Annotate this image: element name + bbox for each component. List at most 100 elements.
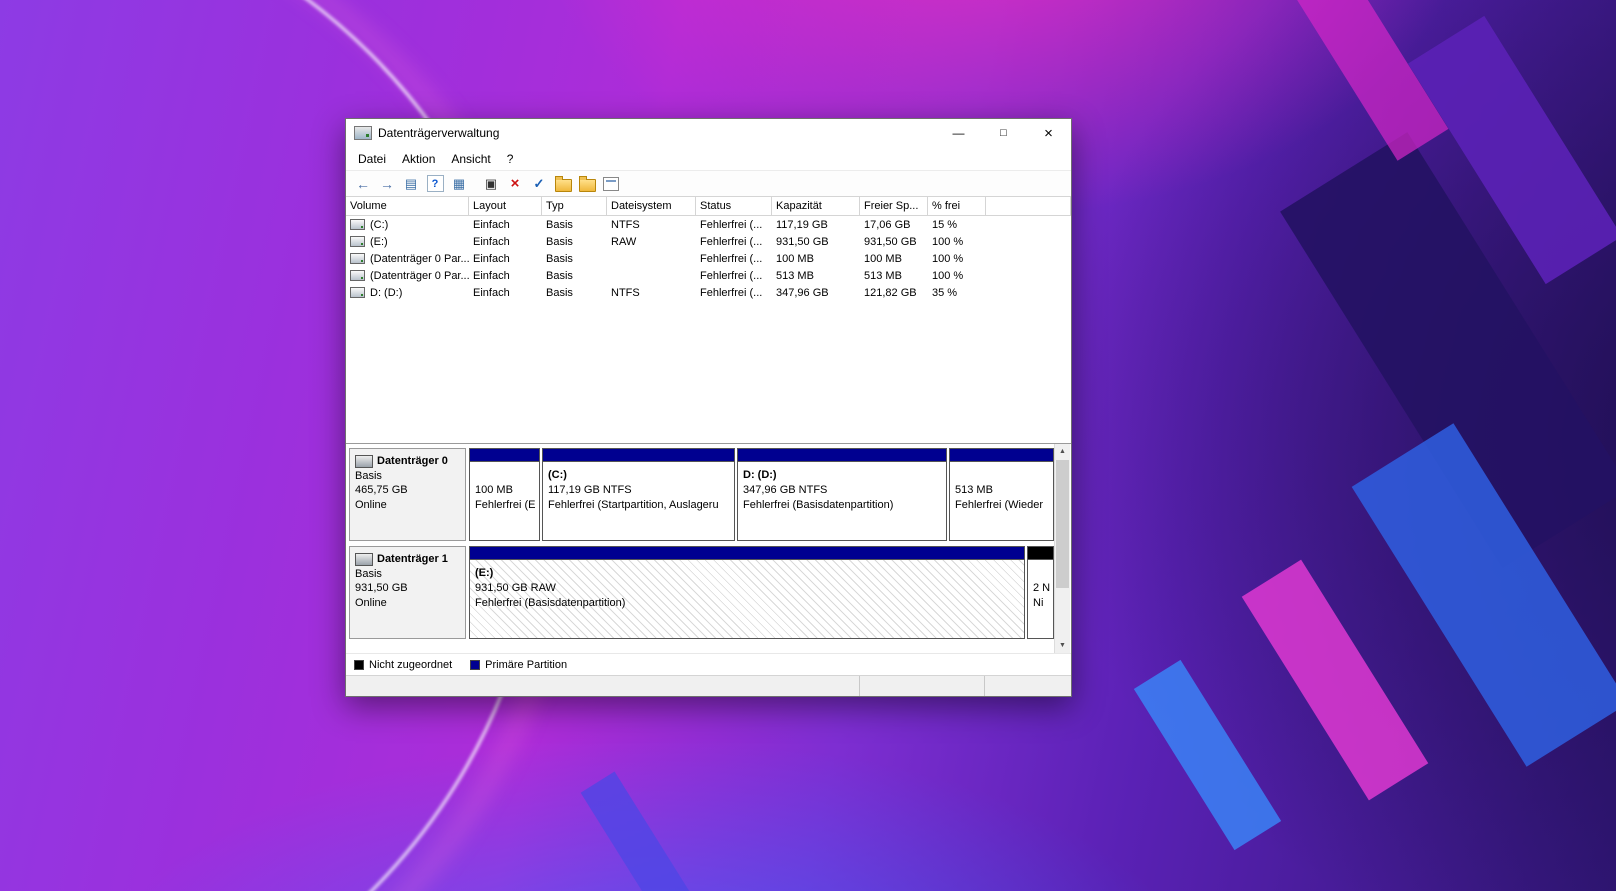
titlebar[interactable]: Datenträgerverwaltung — □ × xyxy=(346,119,1071,147)
partition-status: Fehlerfrei (E xyxy=(475,499,536,511)
disk-status: Online xyxy=(355,498,387,511)
cell-status: Fehlerfrei (... xyxy=(700,218,763,231)
disk-info-panel[interactable]: Datenträger 0 Basis 465,75 GB Online xyxy=(349,448,466,541)
folder-icon[interactable] xyxy=(576,173,598,195)
partition-body: (E:) 931,50 GB RAW Fehlerfrei (Basisdate… xyxy=(470,560,1024,638)
cell-dateisystem: RAW xyxy=(611,235,637,248)
column-header-freier-sp[interactable]: Freier Sp... xyxy=(860,197,928,215)
legend-label: Primäre Partition xyxy=(485,658,568,671)
partition-efi[interactable]: 100 MB Fehlerfrei (E xyxy=(469,448,540,541)
form-glyph xyxy=(603,176,619,191)
delete-volume-icon[interactable]: × xyxy=(504,173,526,195)
disk-type: Basis xyxy=(355,567,382,580)
window-title: Datenträgerverwaltung xyxy=(378,126,500,140)
cell-dateisystem xyxy=(607,250,696,267)
back-icon[interactable]: ← xyxy=(352,173,374,195)
cell-typ: Basis xyxy=(546,218,573,231)
volume-name: D: (D:) xyxy=(370,286,403,299)
legend: Nicht zugeordnet Primäre Partition xyxy=(346,653,1071,675)
wallpaper-shape xyxy=(580,771,700,891)
close-button[interactable]: × xyxy=(1026,119,1071,147)
cell-layout: Einfach xyxy=(473,252,510,265)
properties-icon[interactable]: ▣ xyxy=(480,173,502,195)
scroll-up-icon[interactable]: ▲ xyxy=(1055,444,1070,459)
table-row[interactable]: D: (D:) Einfach Basis NTFS Fehlerfrei (.… xyxy=(346,284,1071,301)
maximize-button[interactable]: □ xyxy=(981,119,1026,147)
forward-icon[interactable]: → xyxy=(376,173,398,195)
disk-name: Datenträger 0 xyxy=(377,455,448,467)
menu-hilfe[interactable]: ? xyxy=(499,149,522,169)
menu-ansicht[interactable]: Ansicht xyxy=(443,149,498,169)
cell-status: Fehlerfrei (... xyxy=(700,269,763,282)
partition-label: (C:) xyxy=(548,469,567,481)
scroll-down-icon[interactable]: ▼ xyxy=(1055,638,1070,653)
partition-status: Fehlerfrei (Wieder xyxy=(955,499,1044,511)
folder-glyph xyxy=(554,175,572,192)
table-row[interactable]: (C:) Einfach Basis NTFS Fehlerfrei (... … xyxy=(346,216,1071,233)
wallpaper-shape xyxy=(1351,423,1616,767)
disk-name-line: Datenträger 0 xyxy=(355,454,460,469)
partition-c[interactable]: (C:) 117,19 GB NTFS Fehlerfrei (Startpar… xyxy=(542,448,735,541)
column-header-layout[interactable]: Layout xyxy=(469,197,542,215)
column-header-prozent-frei[interactable]: % frei xyxy=(928,197,986,215)
help-icon[interactable]: ? xyxy=(424,173,446,195)
cell-kapazitaet: 513 MB xyxy=(776,269,814,282)
cell-prozent-frei: 15 % xyxy=(932,218,958,231)
disk-info-panel[interactable]: Datenträger 1 Basis 931,50 GB Online xyxy=(349,546,466,639)
column-header-status[interactable]: Status xyxy=(696,197,772,215)
partition-recovery[interactable]: 513 MB Fehlerfrei (Wieder xyxy=(949,448,1054,541)
cell-prozent-frei: 35 % xyxy=(932,286,958,299)
partition-size: 100 MB xyxy=(475,484,513,496)
vertical-scrollbar[interactable]: ▲ ▼ xyxy=(1054,444,1070,653)
cell-volume: (C:) xyxy=(346,216,469,233)
disk-name-line: Datenträger 1 xyxy=(355,552,460,567)
cell-dateisystem: NTFS xyxy=(611,286,640,299)
partition-d[interactable]: D: (D:) 347,96 GB NTFS Fehlerfrei (Basis… xyxy=(737,448,947,541)
partition-label: D: (D:) xyxy=(743,469,777,481)
statusbar-segment xyxy=(346,676,859,696)
partition-color-bar xyxy=(738,449,946,462)
console-tree-icon[interactable]: ▤ xyxy=(400,173,422,195)
partition-color-bar xyxy=(470,547,1024,560)
disk-name: Datenträger 1 xyxy=(377,553,448,565)
folder-up-icon[interactable] xyxy=(552,173,574,195)
cell-layout: Einfach xyxy=(473,235,510,248)
cell-status: Fehlerfrei (... xyxy=(700,235,763,248)
details-view-icon[interactable]: ▦ xyxy=(448,173,470,195)
partition-label xyxy=(955,468,1053,483)
cell-freier-sp: 931,50 GB xyxy=(864,235,917,248)
scrollbar-thumb[interactable] xyxy=(1056,460,1069,588)
partition-status: Ni xyxy=(1033,597,1044,609)
mark-active-icon[interactable]: ✓ xyxy=(528,173,550,195)
volume-name: (Datenträger 0 Par... xyxy=(370,252,469,265)
table-row[interactable]: (Datenträger 0 Par... Einfach Basis Fehl… xyxy=(346,267,1071,284)
partition-body: 100 MB Fehlerfrei (E xyxy=(470,462,539,540)
menu-aktion[interactable]: Aktion xyxy=(394,149,443,169)
unallocated-color-swatch xyxy=(354,659,364,670)
wallpaper-shape xyxy=(1280,132,1616,568)
cell-volume: (Datenträger 0 Par... xyxy=(346,250,469,267)
partition-unallocated[interactable]: 2 N Ni xyxy=(1027,546,1054,639)
column-header-volume[interactable]: Volume xyxy=(346,197,469,215)
partition-size: 931,50 GB RAW xyxy=(475,582,556,594)
menu-datei[interactable]: Datei xyxy=(350,149,394,169)
volume-name: (E:) xyxy=(370,235,388,248)
volume-icon xyxy=(350,253,365,264)
partition-e[interactable]: (E:) 931,50 GB RAW Fehlerfrei (Basisdate… xyxy=(469,546,1025,639)
partition-status: Fehlerfrei (Basisdatenpartition) xyxy=(475,597,626,609)
cell-prozent-frei: 100 % xyxy=(932,235,964,248)
disk-size: 465,75 GB xyxy=(355,484,408,496)
column-header-dateisystem[interactable]: Dateisystem xyxy=(607,197,696,215)
cell-volume: (Datenträger 0 Par... xyxy=(346,267,469,284)
table-row[interactable]: (E:) Einfach Basis RAW Fehlerfrei (... 9… xyxy=(346,233,1071,250)
column-header-typ[interactable]: Typ xyxy=(542,197,607,215)
cell-typ: Basis xyxy=(546,252,573,265)
cell-dateisystem: NTFS xyxy=(611,218,640,231)
form-icon[interactable] xyxy=(600,173,622,195)
partition-color-bar xyxy=(543,449,734,462)
cell-freier-sp: 100 MB xyxy=(864,252,902,265)
column-header-kapazitaet[interactable]: Kapazität xyxy=(772,197,860,215)
window-controls: — □ × xyxy=(936,119,1071,147)
table-row[interactable]: (Datenträger 0 Par... Einfach Basis Fehl… xyxy=(346,250,1071,267)
minimize-button[interactable]: — xyxy=(936,119,981,147)
